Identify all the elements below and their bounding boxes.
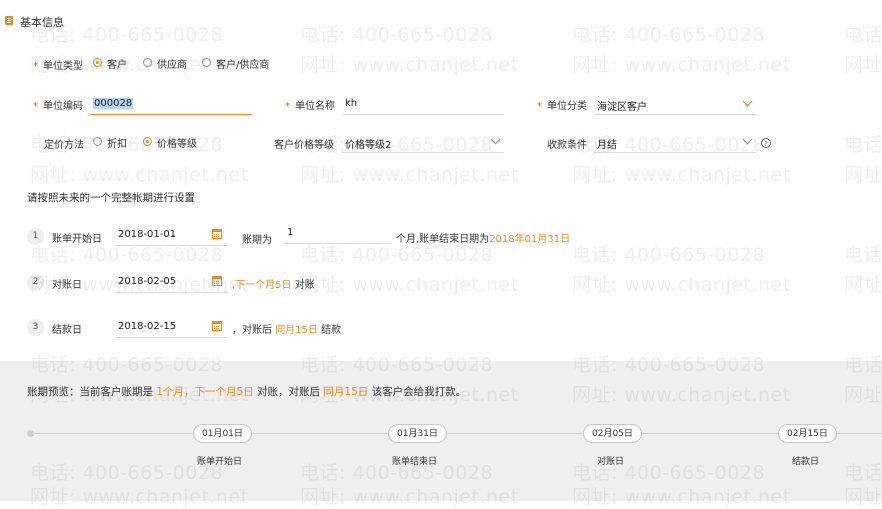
step-2-circle: 2 [27, 274, 44, 291]
radio-supplier[interactable] [143, 58, 152, 67]
calendar-icon[interactable] [212, 229, 222, 239]
watermark-phone: 电话: 400-665-0028 [572, 244, 766, 266]
radio-discount-label[interactable]: 折扣 [107, 135, 127, 150]
step-1-circle: 1 [27, 228, 44, 245]
payment-terms-label: 收款条件 [547, 140, 587, 151]
watermark-site: 网址: www.chanjet.net [572, 274, 791, 296]
watermark-site: 网址: www.chanjet.net [300, 164, 519, 186]
timeline-label: 账单开始日 [197, 457, 243, 467]
billing-instruction: 请按照未来的一个完整帐期进行设置 [27, 192, 195, 204]
basic-info-icon [5, 16, 13, 25]
watermark-phone-short: 电话 [844, 24, 882, 46]
calendar-icon[interactable] [212, 321, 222, 331]
step-3-label: 结款日 [52, 325, 82, 336]
chevron-down-icon [490, 134, 501, 145]
timeline-label: 对账日 [597, 457, 625, 467]
step-2-label: 对账日 [52, 280, 82, 291]
payment-date-value: 2018-02-15 [118, 321, 177, 332]
bill-end-date-text: 2018年01月31日 [489, 234, 571, 245]
unit-code-input[interactable]: 000028 [90, 95, 252, 115]
reconcile-date-value: 2018-02-05 [118, 276, 177, 287]
watermark-site: 网址: www.chanjet.net [300, 274, 519, 296]
watermark-site: 网址: www.chanjet.net [572, 164, 791, 186]
section-title: 基本信息 [20, 16, 64, 29]
radio-price-level[interactable] [143, 137, 152, 146]
watermark-site-short: 网址 [844, 164, 882, 186]
unit-code-value: 000028 [93, 98, 134, 109]
calendar-icon[interactable] [212, 276, 222, 286]
reconcile-note: ,下一个月5日 对账 [232, 280, 315, 291]
watermark-phone-short: 电话 [844, 244, 882, 266]
radio-customer-label[interactable]: 客户 [107, 56, 127, 71]
timeline-date-pill: 02月15日 [778, 424, 837, 443]
unit-code-label: * 单位编码 [33, 101, 83, 112]
payment-note: ，对账后 同月15日 结款 [232, 325, 342, 336]
radio-price-level-label[interactable]: 价格等级 [157, 135, 197, 150]
unit-category-value: 海淀区客户 [597, 102, 647, 113]
reconcile-date-input[interactable]: 2018-02-05 [115, 273, 227, 293]
customer-price-level-value: 价格等级2 [345, 140, 392, 151]
period-label: 账期为 [242, 235, 272, 246]
radio-customer-supplier[interactable] [202, 58, 211, 67]
payment-date-input[interactable]: 2018-02-15 [115, 318, 227, 338]
preview-summary: 账期预览：当前客户账期是 1个月，下一个月5日 对账，对账后 同月15日 该客户… [27, 386, 467, 398]
unit-name-input[interactable]: kh [342, 95, 504, 115]
bill-start-date-input[interactable]: 2018-01-01 [115, 226, 227, 246]
period-months-input[interactable]: 1 [284, 224, 392, 244]
watermark-site: 网址: www.chanjet.net [300, 54, 519, 76]
unit-name-value: kh [345, 98, 358, 109]
timeline-date-pill: 01月31日 [388, 424, 447, 443]
unit-category-select[interactable]: 海淀区客户 [594, 95, 756, 115]
radio-discount[interactable] [93, 137, 102, 146]
watermark-site: 网址: www.chanjet.net [572, 54, 791, 76]
watermark-site: 网址: www.chanjet.net [30, 164, 249, 186]
step-1-label: 账单开始日 [52, 234, 102, 245]
step-3-circle: 3 [27, 319, 44, 336]
timeline-line [31, 433, 882, 434]
customer-price-level-select[interactable]: 价格等级2 [342, 133, 504, 153]
watermark-phone: 电话: 400-665-0028 [300, 24, 494, 46]
watermark-site-short: 网址 [844, 274, 882, 296]
watermark-phone: 电话: 400-665-0028 [572, 24, 766, 46]
radio-supplier-label[interactable]: 供应商 [157, 56, 187, 71]
timeline-start-dot [27, 430, 34, 437]
help-icon[interactable]: ? [761, 138, 771, 148]
radio-customer[interactable] [93, 58, 102, 67]
timeline-label: 结款日 [792, 457, 820, 467]
payment-terms-value: 月结 [597, 140, 617, 151]
unit-type-label: * 单位类型 [33, 61, 83, 72]
bill-start-date-value: 2018-01-01 [118, 229, 177, 240]
unit-name-label: * 单位名称 [285, 101, 335, 112]
radio-customer-supplier-label[interactable]: 客户/供应商 [216, 56, 269, 71]
unit-category-label: * 单位分类 [537, 101, 587, 112]
period-suffix: 个月,账单结束日期为2018年01月31日 [396, 234, 571, 245]
timeline-label: 账单结束日 [392, 457, 438, 467]
timeline-date-pill: 02月05日 [583, 424, 642, 443]
watermark-site-short: 网址 [844, 54, 882, 76]
chevron-down-icon [742, 134, 753, 145]
chevron-down-icon [742, 96, 753, 107]
customer-price-level-label: 客户价格等级 [274, 140, 334, 151]
watermark-phone-short: 电话 [844, 134, 882, 156]
payment-terms-select[interactable]: 月结 [594, 133, 756, 153]
timeline-date-pill: 01月01日 [193, 424, 252, 443]
pricing-method-label: 定价方法 [44, 140, 84, 151]
period-months-value: 1 [287, 227, 294, 238]
